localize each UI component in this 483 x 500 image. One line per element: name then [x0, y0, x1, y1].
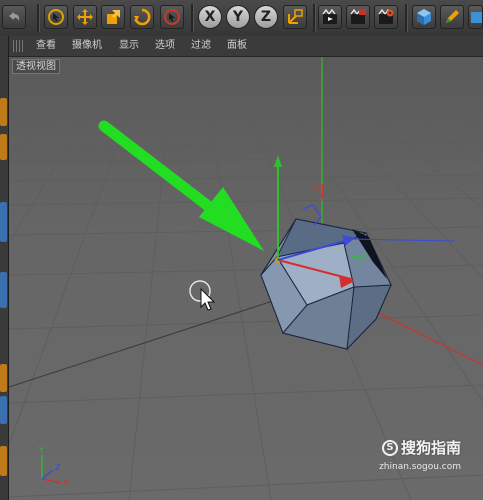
menu-filter[interactable]: 过滤	[191, 36, 211, 56]
panel-grip-icon[interactable]	[13, 40, 25, 52]
viewport-scene: Y X Z	[9, 57, 483, 500]
gizmo-y-arrowhead	[274, 155, 282, 167]
watermark-url: zhinan.sogou.com	[379, 462, 461, 472]
axis-z-icon[interactable]: Z	[254, 5, 278, 29]
svg-text:Z: Z	[55, 463, 61, 472]
menu-panel[interactable]: 面板	[227, 36, 247, 56]
menu-options[interactable]: 选项	[155, 36, 175, 56]
cube-icon[interactable]	[412, 5, 436, 29]
view-axis-indicator-icon: Y X Z	[38, 446, 69, 487]
left-tool-button[interactable]	[0, 98, 7, 126]
sogou-logo-icon: S	[381, 439, 398, 456]
perspective-viewport[interactable]: Y X Z 透视视图 S 搜狗指南 zhinan.sogou.com	[9, 57, 483, 500]
rotate-icon[interactable]	[130, 5, 154, 29]
left-tool-button[interactable]	[0, 134, 7, 160]
recent-tool-icon[interactable]	[160, 5, 184, 29]
left-tool-button[interactable]	[0, 446, 7, 476]
render-picture-viewer-icon[interactable]	[346, 5, 370, 29]
axis-x-icon[interactable]: X	[198, 5, 222, 29]
svg-text:X: X	[63, 478, 69, 487]
watermark-brand: 搜狗指南	[400, 439, 461, 457]
top-toolbar: X Y Z	[0, 0, 483, 37]
render-settings-icon[interactable]	[374, 5, 398, 29]
left-tool-button[interactable]	[0, 364, 7, 392]
menu-display[interactable]: 显示	[119, 36, 139, 56]
icosahedron-object[interactable]	[260, 218, 392, 351]
pen-icon[interactable]	[440, 5, 464, 29]
mouse-cursor-icon	[200, 287, 216, 311]
menu-camera[interactable]: 摄像机	[72, 36, 102, 56]
move-icon[interactable]	[73, 5, 97, 29]
world-coordinates-icon[interactable]	[283, 5, 307, 29]
scale-icon[interactable]	[101, 5, 125, 29]
render-view-icon[interactable]	[318, 5, 342, 29]
left-tool-button[interactable]	[0, 272, 7, 308]
watermark: S 搜狗指南	[381, 437, 461, 458]
live-select-icon[interactable]	[44, 5, 68, 29]
menu-view[interactable]: 查看	[36, 36, 56, 56]
axis-y-icon[interactable]: Y	[226, 5, 250, 29]
svg-text:Y: Y	[38, 446, 44, 455]
undo-icon[interactable]	[2, 5, 26, 29]
left-tool-strip	[0, 36, 9, 500]
viewport-menu-bar: 查看 摄像机 显示 选项 过滤 面板	[9, 36, 483, 57]
left-tool-button[interactable]	[0, 396, 7, 424]
viewport-title: 透视视图	[12, 59, 60, 74]
left-tool-button[interactable]	[0, 202, 7, 242]
subdivide-icon[interactable]	[468, 5, 483, 29]
